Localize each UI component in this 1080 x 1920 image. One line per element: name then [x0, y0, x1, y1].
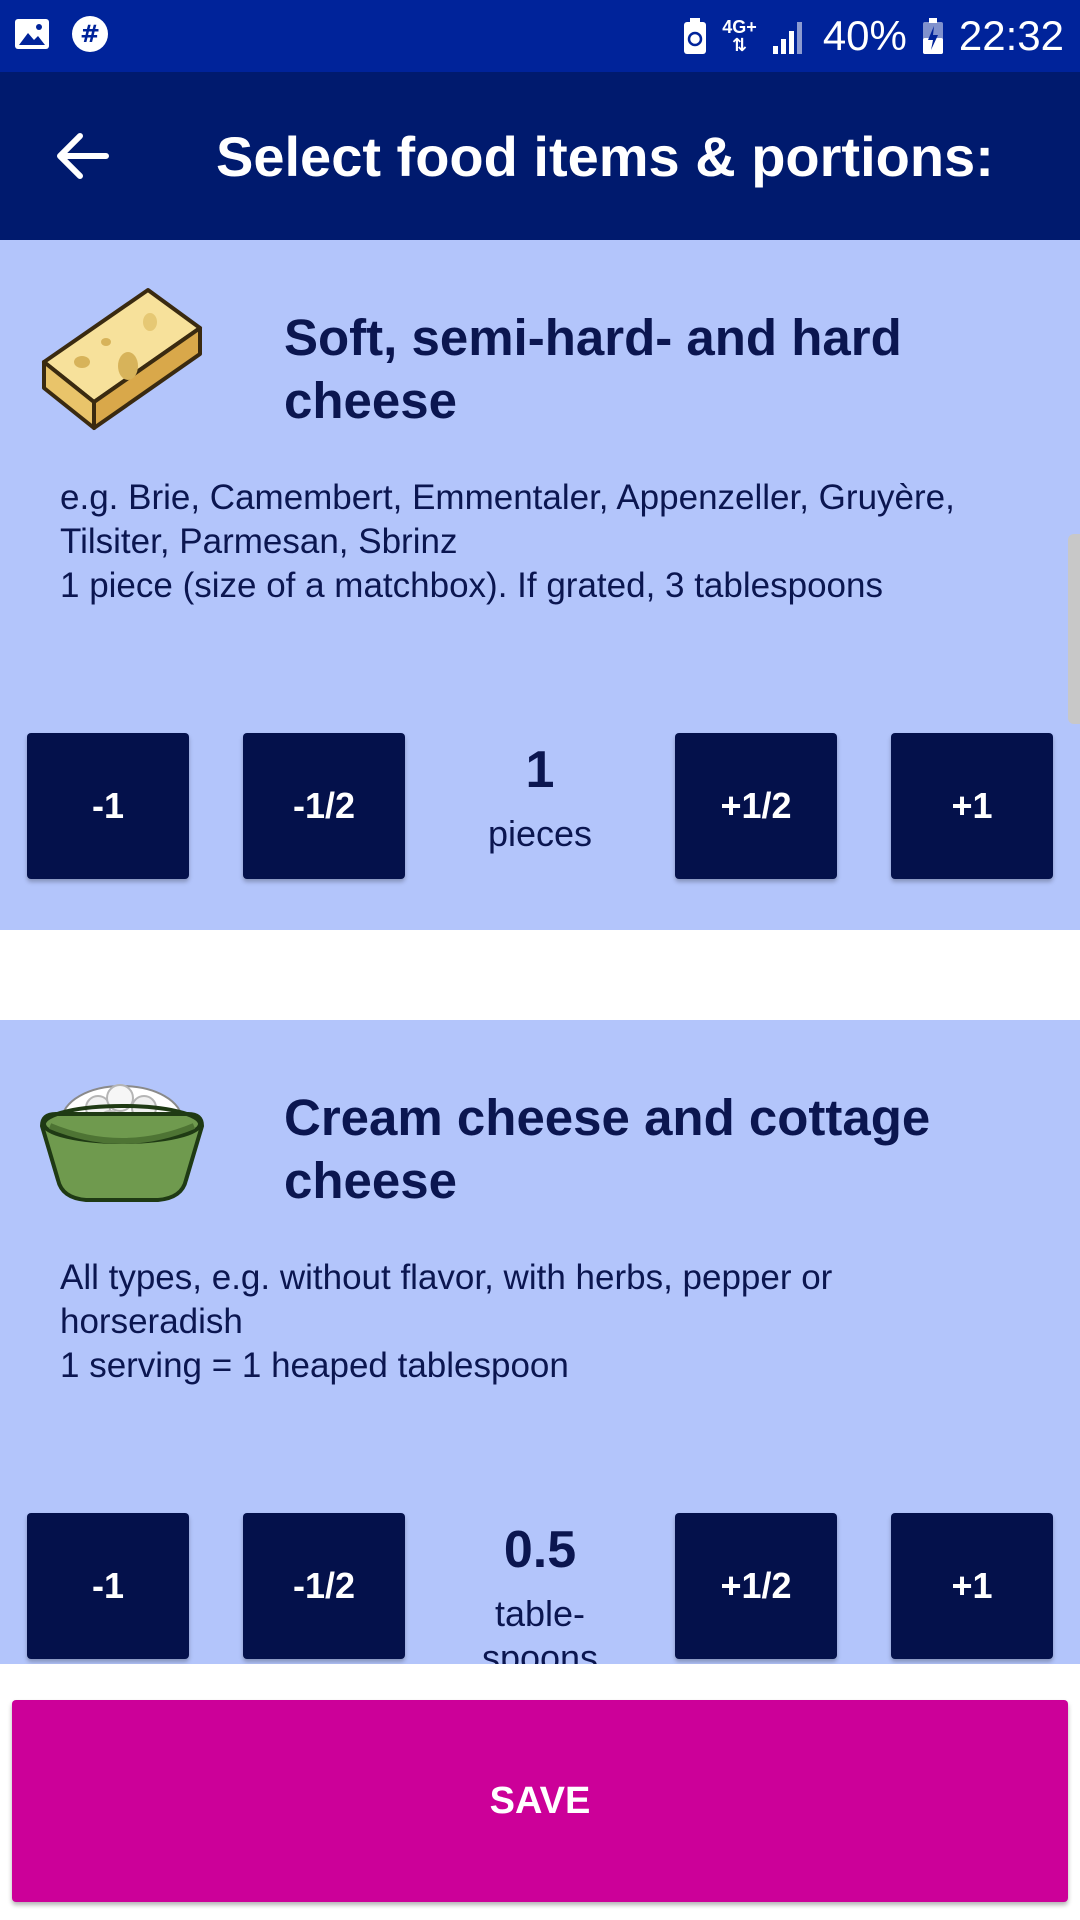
- cheese-icon: [42, 288, 202, 430]
- portion-display: 0.5 table- spoons: [430, 1518, 650, 1664]
- portion-value: 1: [525, 741, 555, 799]
- decrease-one-button[interactable]: -1: [27, 1513, 189, 1659]
- portion-unit: table- spoons: [481, 1593, 599, 1664]
- network-type: 4G+ ⇅: [722, 17, 757, 55]
- increase-half-button[interactable]: +1/2: [675, 733, 837, 879]
- battery-saver-icon: [684, 18, 707, 54]
- status-left-icons: #: [12, 14, 110, 54]
- decrease-one-button[interactable]: -1: [27, 733, 189, 879]
- portion-unit: pieces: [487, 813, 593, 854]
- scrollbar-thumb[interactable]: [1068, 534, 1080, 724]
- cottage-cheese-bowl-icon: [40, 1084, 204, 1202]
- page-title: Select food items & portions:: [216, 124, 994, 188]
- food-item-title: Cream cheese and cottage cheese: [284, 1089, 931, 1209]
- hashtag-app-icon: #: [72, 16, 108, 52]
- arrow-left-icon: [57, 133, 109, 179]
- increase-one-button[interactable]: +1: [891, 733, 1053, 879]
- battery-percent: 40%: [822, 12, 907, 59]
- food-item-list[interactable]: Soft, semi-hard- and hard cheese e.g. Br…: [0, 240, 1080, 1664]
- app-bar: Select food items & portions:: [0, 72, 1080, 240]
- increase-one-button[interactable]: +1: [891, 1513, 1053, 1659]
- gallery-icon: [15, 19, 49, 49]
- food-item-title: Soft, semi-hard- and hard cheese: [284, 309, 902, 429]
- signal-icon: [772, 22, 802, 54]
- decrease-half-button[interactable]: -1/2: [243, 1513, 405, 1659]
- clock: 22:32: [958, 12, 1064, 59]
- battery-charging-icon: [922, 18, 943, 54]
- status-bar: # 4G+ ⇅ 40% 22:32: [0, 0, 1080, 72]
- portion-value: 0.5: [503, 1521, 577, 1579]
- food-item-card: Cream cheese and cottage cheese All type…: [0, 1020, 1080, 1664]
- increase-half-button[interactable]: +1/2: [675, 1513, 837, 1659]
- food-item-description: e.g. Brie, Camembert, Emmentaler, Appenz…: [60, 478, 955, 605]
- food-item-description: All types, e.g. without flavor, with her…: [60, 1258, 833, 1385]
- portion-display: 1 pieces: [430, 738, 650, 856]
- save-button[interactable]: SAVE: [12, 1700, 1068, 1902]
- back-button[interactable]: [44, 118, 120, 194]
- decrease-half-button[interactable]: -1/2: [243, 733, 405, 879]
- svg-text:#: #: [80, 20, 100, 48]
- status-right-icons: 4G+ ⇅ 40% 22:32: [682, 0, 1064, 72]
- food-item-card: Soft, semi-hard- and hard cheese e.g. Br…: [0, 240, 1080, 930]
